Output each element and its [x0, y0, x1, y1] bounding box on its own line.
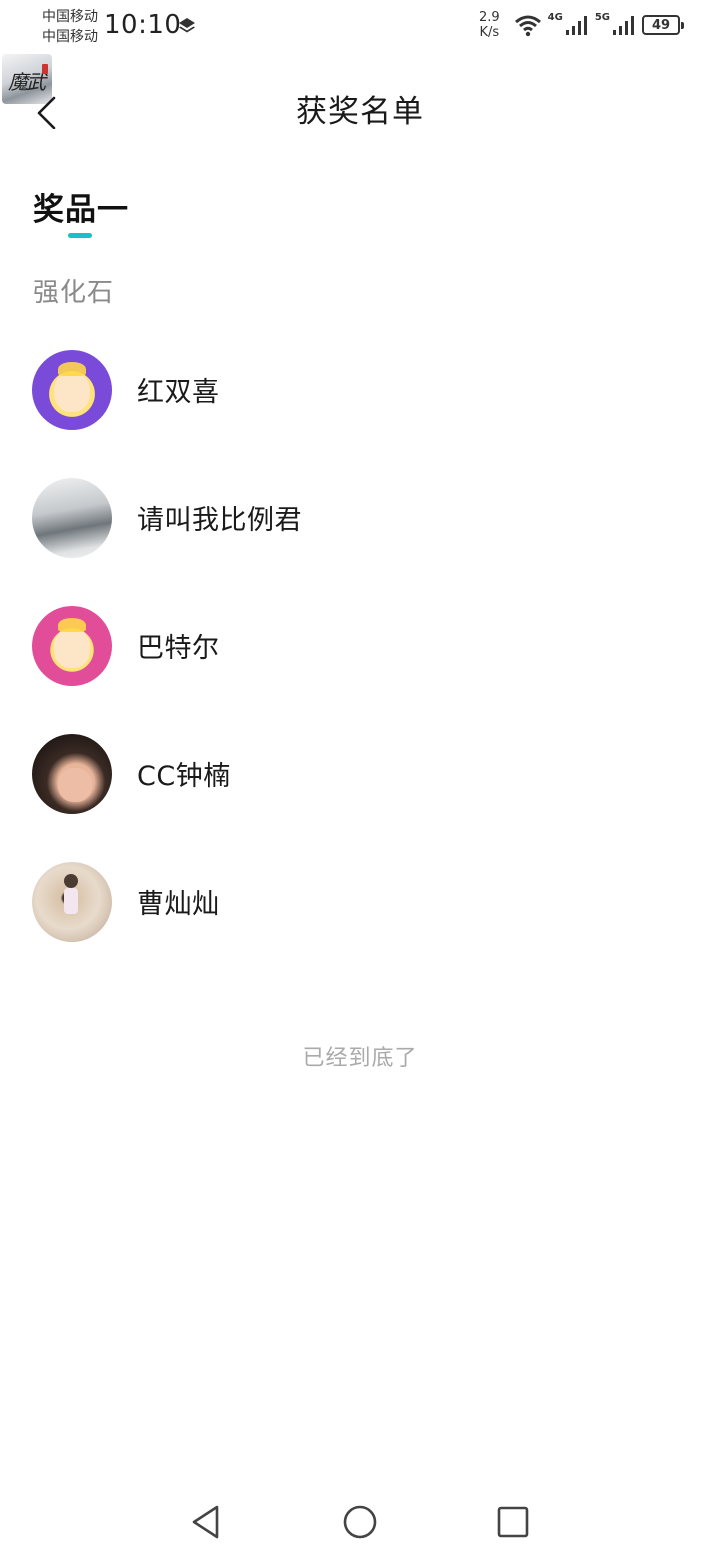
battery-icon: 49 — [642, 15, 684, 35]
tab-indicator — [68, 233, 92, 238]
winner-name: 请叫我比例君 — [137, 505, 302, 536]
battery-level: 49 — [651, 17, 671, 33]
avatar — [32, 606, 112, 686]
page-title: 获奖名单 — [296, 94, 424, 130]
winner-name: 曹灿灿 — [137, 889, 220, 920]
list-item: 请叫我比例君 — [0, 470, 720, 598]
carrier-1: 中国移动 — [42, 9, 98, 25]
avatar — [32, 862, 112, 942]
signal-icon — [613, 16, 634, 35]
signal-2-label: 5G — [594, 11, 610, 23]
status-icons: 2.9 K/s 4G 5G 49 — [479, 10, 684, 40]
seal-mark — [42, 64, 48, 74]
net-speed: 2.9 K/s — [479, 10, 500, 40]
avatar — [32, 734, 112, 814]
prize-name: 强化石 — [33, 278, 115, 308]
net-speed-value: 2.9 — [478, 10, 500, 25]
screen: 中国移动 中国移动 10:10 2.9 K/s 4G 5G 49 魔武 获奖名单… — [0, 0, 720, 1560]
winner-name: 巴特尔 — [137, 633, 220, 664]
list-item: 红双喜 — [0, 342, 720, 470]
wifi-icon — [514, 15, 541, 37]
back-triangle-icon[interactable] — [188, 1504, 224, 1540]
list-item: 曹灿灿 — [0, 854, 720, 982]
carrier-info: 中国移动 中国移动 — [42, 7, 98, 47]
winner-name: 红双喜 — [137, 377, 220, 408]
avatar — [32, 350, 112, 430]
system-nav-bar — [0, 1490, 720, 1554]
signal-1-label: 4G — [547, 11, 563, 23]
list-end-text: 已经到底了 — [302, 1046, 418, 1071]
net-speed-unit: K/s — [479, 25, 500, 40]
clock: 10:10 — [104, 10, 182, 40]
list-item: 巴特尔 — [0, 598, 720, 726]
home-circle-icon[interactable] — [342, 1504, 378, 1540]
winner-name: CC钟楠 — [137, 761, 231, 792]
winner-list: 红双喜 请叫我比例君 巴特尔 CC钟楠 曹灿灿 — [0, 342, 720, 982]
layers-icon — [179, 18, 195, 33]
tab-prize-one[interactable]: 奖品一 — [33, 184, 129, 229]
recents-square-icon[interactable] — [495, 1504, 531, 1540]
status-bar: 中国移动 中国移动 10:10 2.9 K/s 4G 5G 49 — [0, 0, 720, 54]
list-item: CC钟楠 — [0, 726, 720, 854]
carrier-2: 中国移动 — [42, 29, 98, 45]
avatar — [32, 478, 112, 558]
signal-icon — [565, 16, 587, 35]
